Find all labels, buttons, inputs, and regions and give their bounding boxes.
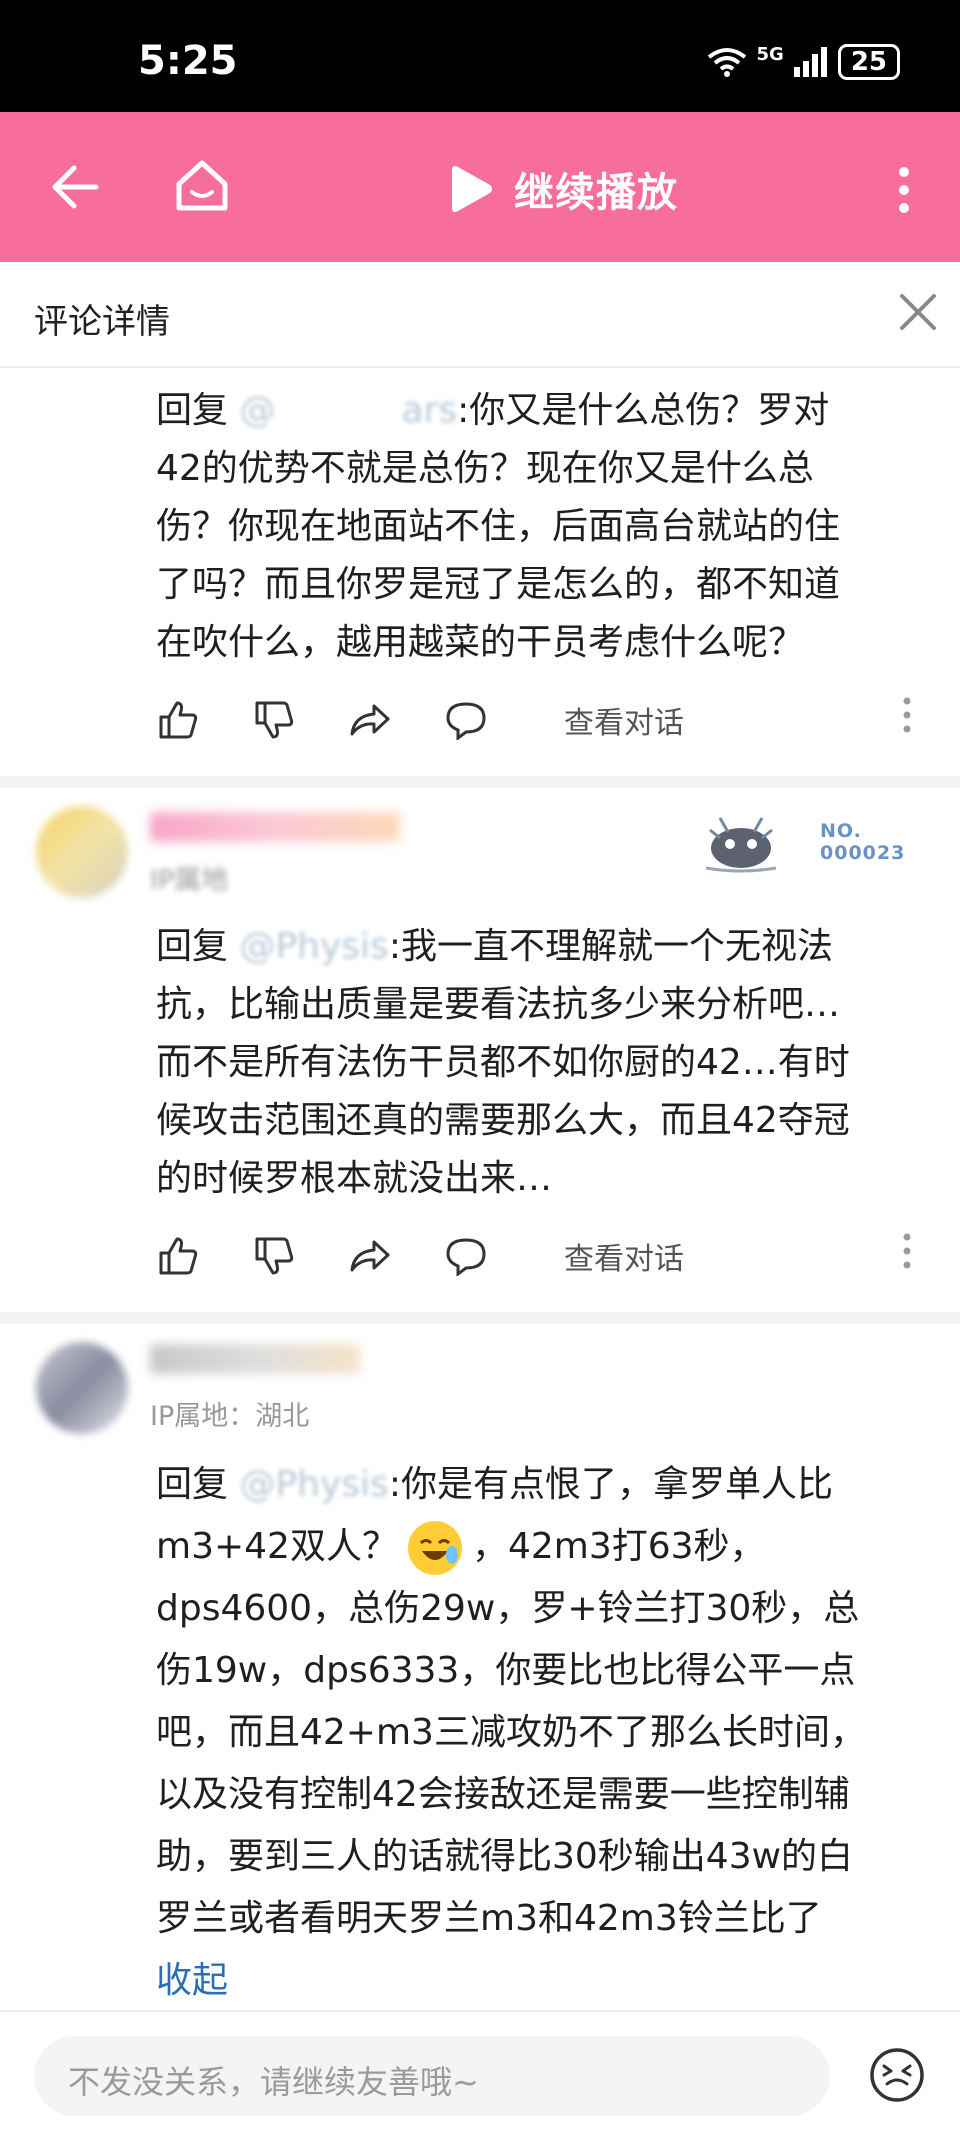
comment-meta: IP属地 (150, 865, 229, 896)
battery-level: 25 (850, 47, 887, 77)
fan-badge-icon (705, 817, 777, 873)
comment-line: dps4600，总伤29w，罗+铃兰打30秒，总 (156, 1588, 860, 1629)
comment-line: 以及没有控制42会接敌还是需要一些控制辅 (156, 1774, 850, 1815)
play-icon[interactable] (448, 164, 494, 214)
comment-body: 回复 @Physis:我一直不理解就一个无视法 抗，比输出质量是要看法抗多少来分… (156, 918, 926, 1208)
avatar[interactable] (36, 1342, 128, 1434)
reply-prefix: 回复 (156, 1464, 229, 1505)
status-time: 5:25 (138, 38, 238, 84)
signal-icon (793, 47, 827, 77)
avatar[interactable] (36, 806, 128, 898)
username[interactable] (150, 812, 400, 842)
back-arrow-icon[interactable] (50, 164, 100, 210)
reply-prefix: 回复 (156, 926, 229, 967)
comment-line: 了吗？而且你罗是冠了是怎么的，都不知道 (156, 564, 841, 605)
divider (0, 1312, 960, 1324)
comment-actions: 查看对话 (150, 690, 930, 750)
more-vertical-icon[interactable] (902, 696, 912, 734)
laughing-emoji-icon (407, 1521, 462, 1575)
comment-body: 回复 @ ars:你又是什么总伤？罗对 42的优势不就是总伤？现在你又是什么总 … (156, 382, 926, 672)
comment-line: 回复 @Physis:你是有点恨了，拿罗单人比 (156, 1454, 926, 1516)
comment-line: 助，要到三人的话就得比30秒输出43w的白 (156, 1836, 854, 1877)
comment-line-text: ，42m3打63秒， (471, 1526, 766, 1567)
view-conversation-link[interactable]: 查看对话 (564, 698, 684, 742)
comment-line: 而不是所有法伤干员都不如你厨的42…有时 (156, 1042, 850, 1083)
comment-line-text: :你是有点恨了，拿罗单人比 (388, 1464, 833, 1505)
more-vertical-icon[interactable] (902, 1232, 912, 1270)
comment-line: m3+42双人？ ，42m3打63秒， (156, 1516, 926, 1578)
comment-meta: IP属地：湖北 (150, 1401, 310, 1432)
home-icon[interactable] (174, 158, 230, 214)
comment-line: 在吹什么，越用越菜的干员考虑什么呢？ (156, 622, 805, 663)
comment-line: 的时候罗根本就没出来… (156, 1158, 553, 1199)
network-type: 5G (756, 44, 784, 65)
comment-line: 候攻击范围还真的需要那么大，而且42夺冠 (156, 1100, 850, 1141)
like-icon[interactable] (150, 692, 206, 748)
comment-line-text: :你又是什么总伤？罗对 (457, 390, 830, 431)
wifi-icon (707, 48, 746, 77)
mention-link[interactable]: @Physis (239, 926, 388, 967)
comment-line: 罗兰或者看明天罗兰m3和42m3铃兰比了 (156, 1898, 822, 1939)
mention-link[interactable]: @Physis (239, 1464, 388, 1505)
mention-link[interactable]: @ ars (239, 390, 457, 431)
reply-prefix: 回复 (156, 390, 229, 431)
badge-no-value: 000023 (820, 842, 906, 864)
comment-body: 回复 @Physis:你是有点恨了，拿罗单人比 m3+42双人？ ，42m3打63… (156, 1454, 926, 2012)
comment-line: 回复 @ ars:你又是什么总伤？罗对 (156, 382, 926, 440)
emoji-face-icon[interactable] (868, 2046, 926, 2104)
share-icon[interactable] (342, 1228, 398, 1284)
comment-line: 42的优势不就是总伤？现在你又是什么总 (156, 448, 814, 489)
page-title: 评论详情 (34, 302, 170, 342)
close-icon[interactable] (898, 292, 938, 332)
top-bar: 继续播放 (0, 112, 960, 262)
comment-line: 回复 @Physis:我一直不理解就一个无视法 (156, 918, 926, 976)
view-conversation-link[interactable]: 查看对话 (564, 1234, 684, 1278)
battery-indicator: 25 (837, 44, 900, 80)
share-icon[interactable] (342, 692, 398, 748)
comment-line: 伤？你现在地面站不住，后面高台就站的住 (156, 506, 841, 547)
status-indicators: 5G 25 (707, 44, 900, 80)
dislike-icon[interactable] (246, 692, 302, 748)
dislike-icon[interactable] (246, 1228, 302, 1284)
divider (0, 776, 960, 788)
more-vertical-icon[interactable] (896, 166, 912, 214)
comment-line: 吧，而且42+m3三减攻奶不了那么长时间， (156, 1712, 866, 1753)
comment-icon[interactable] (438, 692, 494, 748)
comment-detail-bar: 评论详情 (0, 262, 960, 368)
comment-line-text: :我一直不理解就一个无视法 (388, 926, 833, 967)
fan-badge-number: NO. 000023 (820, 820, 905, 864)
continue-play-button[interactable]: 继续播放 (514, 160, 678, 218)
comment-input-bar: 不发没关系，请继续友善哦~ (0, 2010, 960, 2135)
collapse-link[interactable]: 收起 (156, 1950, 926, 2012)
comment-icon[interactable] (438, 1228, 494, 1284)
comment-line: 抗，比输出质量是要看法抗多少来分析吧… (156, 984, 841, 1025)
like-icon[interactable] (150, 1228, 206, 1284)
badge-no-label: NO. (820, 820, 862, 842)
comment-input-placeholder: 不发没关系，请继续友善哦~ (68, 2063, 479, 2101)
comment-actions: 查看对话 (150, 1226, 930, 1286)
comment-line-text: m3+42双人？ (156, 1526, 398, 1567)
username[interactable] (150, 1344, 360, 1374)
status-bar: 5:25 5G 25 (0, 0, 960, 112)
comment-input[interactable]: 不发没关系，请继续友善哦~ (34, 2036, 830, 2116)
comment-line: 伤19w，dps6333，你要比也比得公平一点 (156, 1650, 856, 1691)
